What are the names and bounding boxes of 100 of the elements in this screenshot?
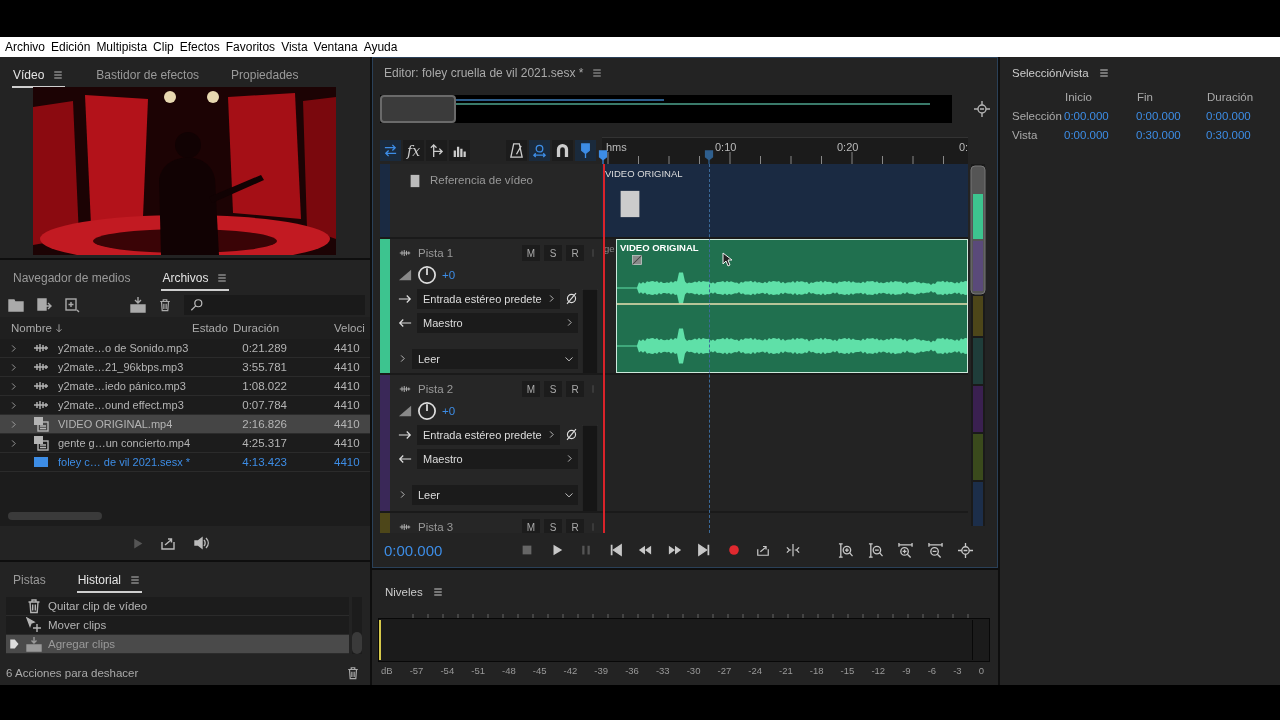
column-header: Inicio	[1064, 91, 1093, 103]
menu-item[interactable]: Efectos	[179, 40, 220, 54]
insert-icon[interactable]	[130, 297, 146, 313]
automation-select[interactable]: Leer	[412, 484, 578, 505]
zoom-in-time-icon[interactable]	[897, 542, 913, 558]
track-toggle-button[interactable]: R	[566, 519, 584, 534]
track-toggle-button[interactable]: R	[566, 381, 584, 398]
file-name: foley c… de vil 2021.sesx *	[57, 456, 192, 468]
zoom-in-amplitude-icon[interactable]	[837, 542, 853, 558]
tool-button[interactable]: fx	[403, 140, 424, 162]
menu-item[interactable]: Clip	[153, 40, 174, 54]
menu-icon[interactable]	[431, 586, 444, 598]
time-value[interactable]: 0:30.000	[1206, 129, 1278, 141]
tool-button[interactable]	[426, 140, 447, 162]
column-header[interactable]: Duración	[233, 322, 290, 334]
column-header[interactable]: Estado	[192, 322, 233, 334]
menu-item[interactable]: Favoritos	[225, 40, 276, 54]
scale-label: -51	[471, 665, 485, 676]
input-select[interactable]: Entrada estéreo predete	[417, 424, 560, 445]
column-header[interactable]: Veloci	[334, 322, 370, 334]
track-lane[interactable]: ge VIDEO ORIGINAL	[602, 239, 968, 374]
history-item[interactable]: Quitar clip de vídeo	[6, 597, 349, 616]
record-icon[interactable]	[726, 543, 741, 558]
track-toggle-button[interactable]: R	[566, 245, 584, 262]
horizontal-scrollbar[interactable]	[8, 512, 102, 520]
tool-button[interactable]	[449, 140, 470, 162]
time-value[interactable]: 0:30.000	[1136, 129, 1206, 141]
track-toggle-button[interactable]: M	[522, 381, 540, 398]
speaker-icon[interactable]	[191, 535, 210, 551]
time-value[interactable]: 0:00.000	[1064, 129, 1136, 141]
tool-button[interactable]	[529, 140, 550, 162]
file-name: y2mate…iedo pánico.mp3	[57, 380, 187, 392]
ruler-label: hms	[606, 141, 627, 154]
tab[interactable]: Historial	[76, 569, 143, 593]
file-name: y2mate…21_96kbps.mp3	[57, 361, 185, 373]
undo-count: 6 Acciones para deshacer	[6, 667, 139, 679]
knob-icon[interactable]	[417, 400, 437, 421]
vertical-scrollbar[interactable]	[352, 597, 362, 654]
magnet-icon	[555, 143, 570, 159]
audio-clip[interactable]: VIDEO ORIGINAL	[616, 239, 968, 374]
tab[interactable]: Pistas	[12, 569, 47, 593]
menu-item[interactable]: Ventana	[313, 40, 358, 54]
track-toggle-button[interactable]: S	[544, 381, 562, 398]
metronome-icon	[509, 143, 524, 159]
open-folder-icon[interactable]	[8, 297, 24, 313]
menu-icon[interactable]	[591, 66, 604, 79]
skip-selection-icon[interactable]	[785, 543, 800, 558]
menu-item[interactable]: Archivo	[5, 40, 45, 54]
menu-item[interactable]: Multipista	[96, 40, 148, 54]
expand-chevron-icon[interactable]	[398, 354, 407, 364]
output-select[interactable]: Maestro	[417, 312, 578, 333]
time-value[interactable]: 0:00.000	[1136, 110, 1206, 122]
tool-button[interactable]	[552, 140, 573, 162]
track-toggle-button[interactable]: S	[544, 245, 562, 262]
output-select[interactable]: Maestro	[417, 448, 578, 469]
delete-icon[interactable]	[158, 298, 172, 312]
swap-icon	[383, 143, 398, 159]
export-icon[interactable]	[159, 535, 176, 551]
skip-to-end-icon[interactable]	[697, 543, 711, 558]
delete-icon[interactable]	[346, 666, 360, 680]
vertical-scrollbar[interactable]	[970, 164, 986, 527]
track-toggle-button[interactable]: S	[544, 519, 562, 534]
new-file-icon[interactable]	[64, 297, 80, 313]
scale-label: -27	[717, 665, 732, 676]
time-value[interactable]: 0:00.000	[1206, 110, 1278, 122]
tab[interactable]: Archivos	[161, 267, 230, 291]
skip-to-start-icon[interactable]	[608, 543, 623, 558]
track-toggle-button[interactable]: M	[522, 519, 540, 534]
tool-button[interactable]	[380, 140, 401, 162]
tool-button[interactable]	[506, 140, 527, 162]
track-name: Pista 1	[418, 247, 455, 260]
menu-item[interactable]: Vista	[281, 40, 308, 54]
import-icon[interactable]	[36, 297, 52, 313]
zoom-fit-icon[interactable]	[974, 100, 990, 117]
zoom-out-time-icon[interactable]	[927, 542, 943, 558]
file-duration: 1:08.022	[241, 380, 288, 392]
file-row[interactable]: VIDEO ORIGINAL.mp4 2:16.826 4410	[0, 415, 370, 434]
phase-icon[interactable]	[565, 428, 578, 442]
menu-item[interactable]: Ayuda	[363, 40, 398, 54]
input-select[interactable]: Entrada estéreo predete	[417, 288, 560, 309]
export-icon[interactable]	[756, 543, 770, 558]
menu-icon[interactable]	[1097, 67, 1110, 79]
overview-bar[interactable]	[380, 94, 952, 123]
automation-select[interactable]: Leer	[412, 348, 578, 369]
time-value[interactable]: 0:00.000	[1064, 110, 1136, 122]
column-header[interactable]: Nombre	[0, 322, 192, 334]
tab[interactable]: Propiedades	[230, 64, 300, 88]
file-row[interactable]: gente g…un concierto.mp4 4:25.317 4410	[0, 434, 370, 453]
zoom-fit-icon[interactable]	[957, 542, 973, 558]
zoom-out-amplitude-icon[interactable]	[867, 542, 883, 558]
track-toggle-button[interactable]: M	[522, 245, 540, 262]
phase-icon[interactable]	[565, 292, 578, 306]
search-field[interactable]	[184, 295, 365, 315]
file-name: y2mate…ound effect.mp3	[57, 399, 185, 411]
expand-chevron-icon[interactable]	[398, 490, 407, 500]
tab[interactable]: Bastidor de efectos	[95, 64, 201, 88]
tab[interactable]: Navegador de medios	[12, 267, 132, 291]
tool-button[interactable]	[575, 140, 596, 162]
knob-icon[interactable]	[417, 264, 437, 285]
menu-item[interactable]: Edición	[51, 40, 91, 54]
